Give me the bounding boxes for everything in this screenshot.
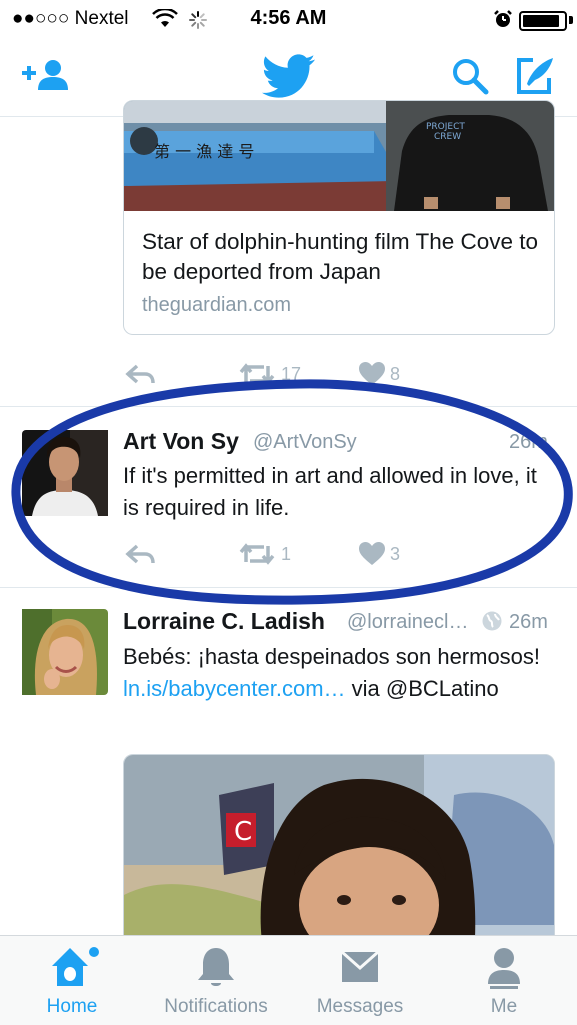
like-icon[interactable] — [358, 541, 386, 566]
tweet[interactable]: Lorraine C. Ladish @lorrainecl… 26m Bebé… — [0, 588, 577, 956]
search-icon[interactable] — [450, 56, 490, 96]
svg-text:第 一 漁 達 号: 第 一 漁 達 号 — [154, 142, 254, 161]
media-card[interactable]: C — [123, 754, 555, 956]
status-bar: ●●○○○ Nextel 4:56 AM — [0, 0, 577, 40]
tweet-text: Bebés: ¡hasta despeinados son hermosos! … — [123, 641, 558, 705]
tweet-text-part: Bebés: ¡hasta despeinados son hermosos! — [123, 644, 541, 669]
tweet-time: 26m — [509, 431, 548, 453]
tweet-text: If it's permitted in art and allowed in … — [123, 463, 537, 520]
user-handle[interactable]: @lorrainecl… — [347, 611, 468, 634]
tweet-text-part: via @BCLatino — [345, 676, 499, 701]
tweet-link[interactable]: ln.is/babycenter.com… — [123, 676, 346, 701]
avatar[interactable] — [22, 430, 108, 516]
like-count: 3 — [390, 544, 401, 564]
user-handle[interactable]: @ArtVonSy — [253, 431, 357, 454]
tab-home[interactable]: Home — [0, 936, 144, 1025]
reply-icon[interactable] — [125, 542, 155, 566]
tab-label: Home — [46, 996, 98, 1017]
reply-icon[interactable] — [125, 362, 155, 386]
svg-text:CREW: CREW — [434, 132, 461, 142]
tab-label: Messages — [316, 996, 404, 1017]
svg-text:C: C — [234, 817, 252, 847]
tab-label: Me — [490, 996, 518, 1017]
avatar[interactable] — [22, 609, 108, 695]
tab-me[interactable]: Me — [432, 936, 576, 1025]
battery-icon — [519, 11, 567, 31]
tab-label: Notifications — [164, 996, 268, 1017]
like-icon[interactable] — [358, 361, 386, 386]
user-name[interactable]: Art Von Sy — [123, 428, 239, 455]
retweet-count: 17 — [281, 364, 302, 384]
envelope-icon — [341, 950, 379, 982]
tab-bar: Home Notifications Messages Me — [0, 935, 577, 1025]
add-user-icon[interactable] — [20, 58, 70, 94]
card-title: Star of dolphin-hunting film The Cove to… — [142, 229, 539, 284]
retweet-count: 1 — [281, 544, 292, 564]
alarm-icon — [494, 10, 512, 27]
tweet-time: 26m — [509, 611, 548, 633]
home-icon — [52, 947, 99, 986]
user-name[interactable]: Lorraine C. Ladish — [123, 608, 325, 635]
globe-icon — [482, 611, 502, 631]
bell-icon — [198, 948, 234, 986]
twitter-bird-icon[interactable] — [262, 54, 316, 98]
card-domain: theguardian.com — [142, 294, 291, 316]
retweet-icon[interactable] — [238, 542, 276, 566]
tab-messages[interactable]: Messages — [288, 936, 432, 1025]
svg-text:PROJECT: PROJECT — [426, 122, 465, 132]
compose-icon[interactable] — [515, 56, 557, 96]
profile-icon — [488, 948, 520, 989]
card-image: 第 一 漁 達 号 PROJECT CREW — [124, 101, 554, 211]
like-count: 8 — [390, 364, 401, 384]
link-card[interactable]: 第 一 漁 達 号 PROJECT CREW Star of dolphin-h… — [123, 100, 555, 335]
media-image: C — [124, 755, 554, 955]
retweet-icon[interactable] — [238, 362, 276, 386]
tab-notifications[interactable]: Notifications — [144, 936, 288, 1025]
clock: 4:56 AM — [250, 7, 327, 29]
